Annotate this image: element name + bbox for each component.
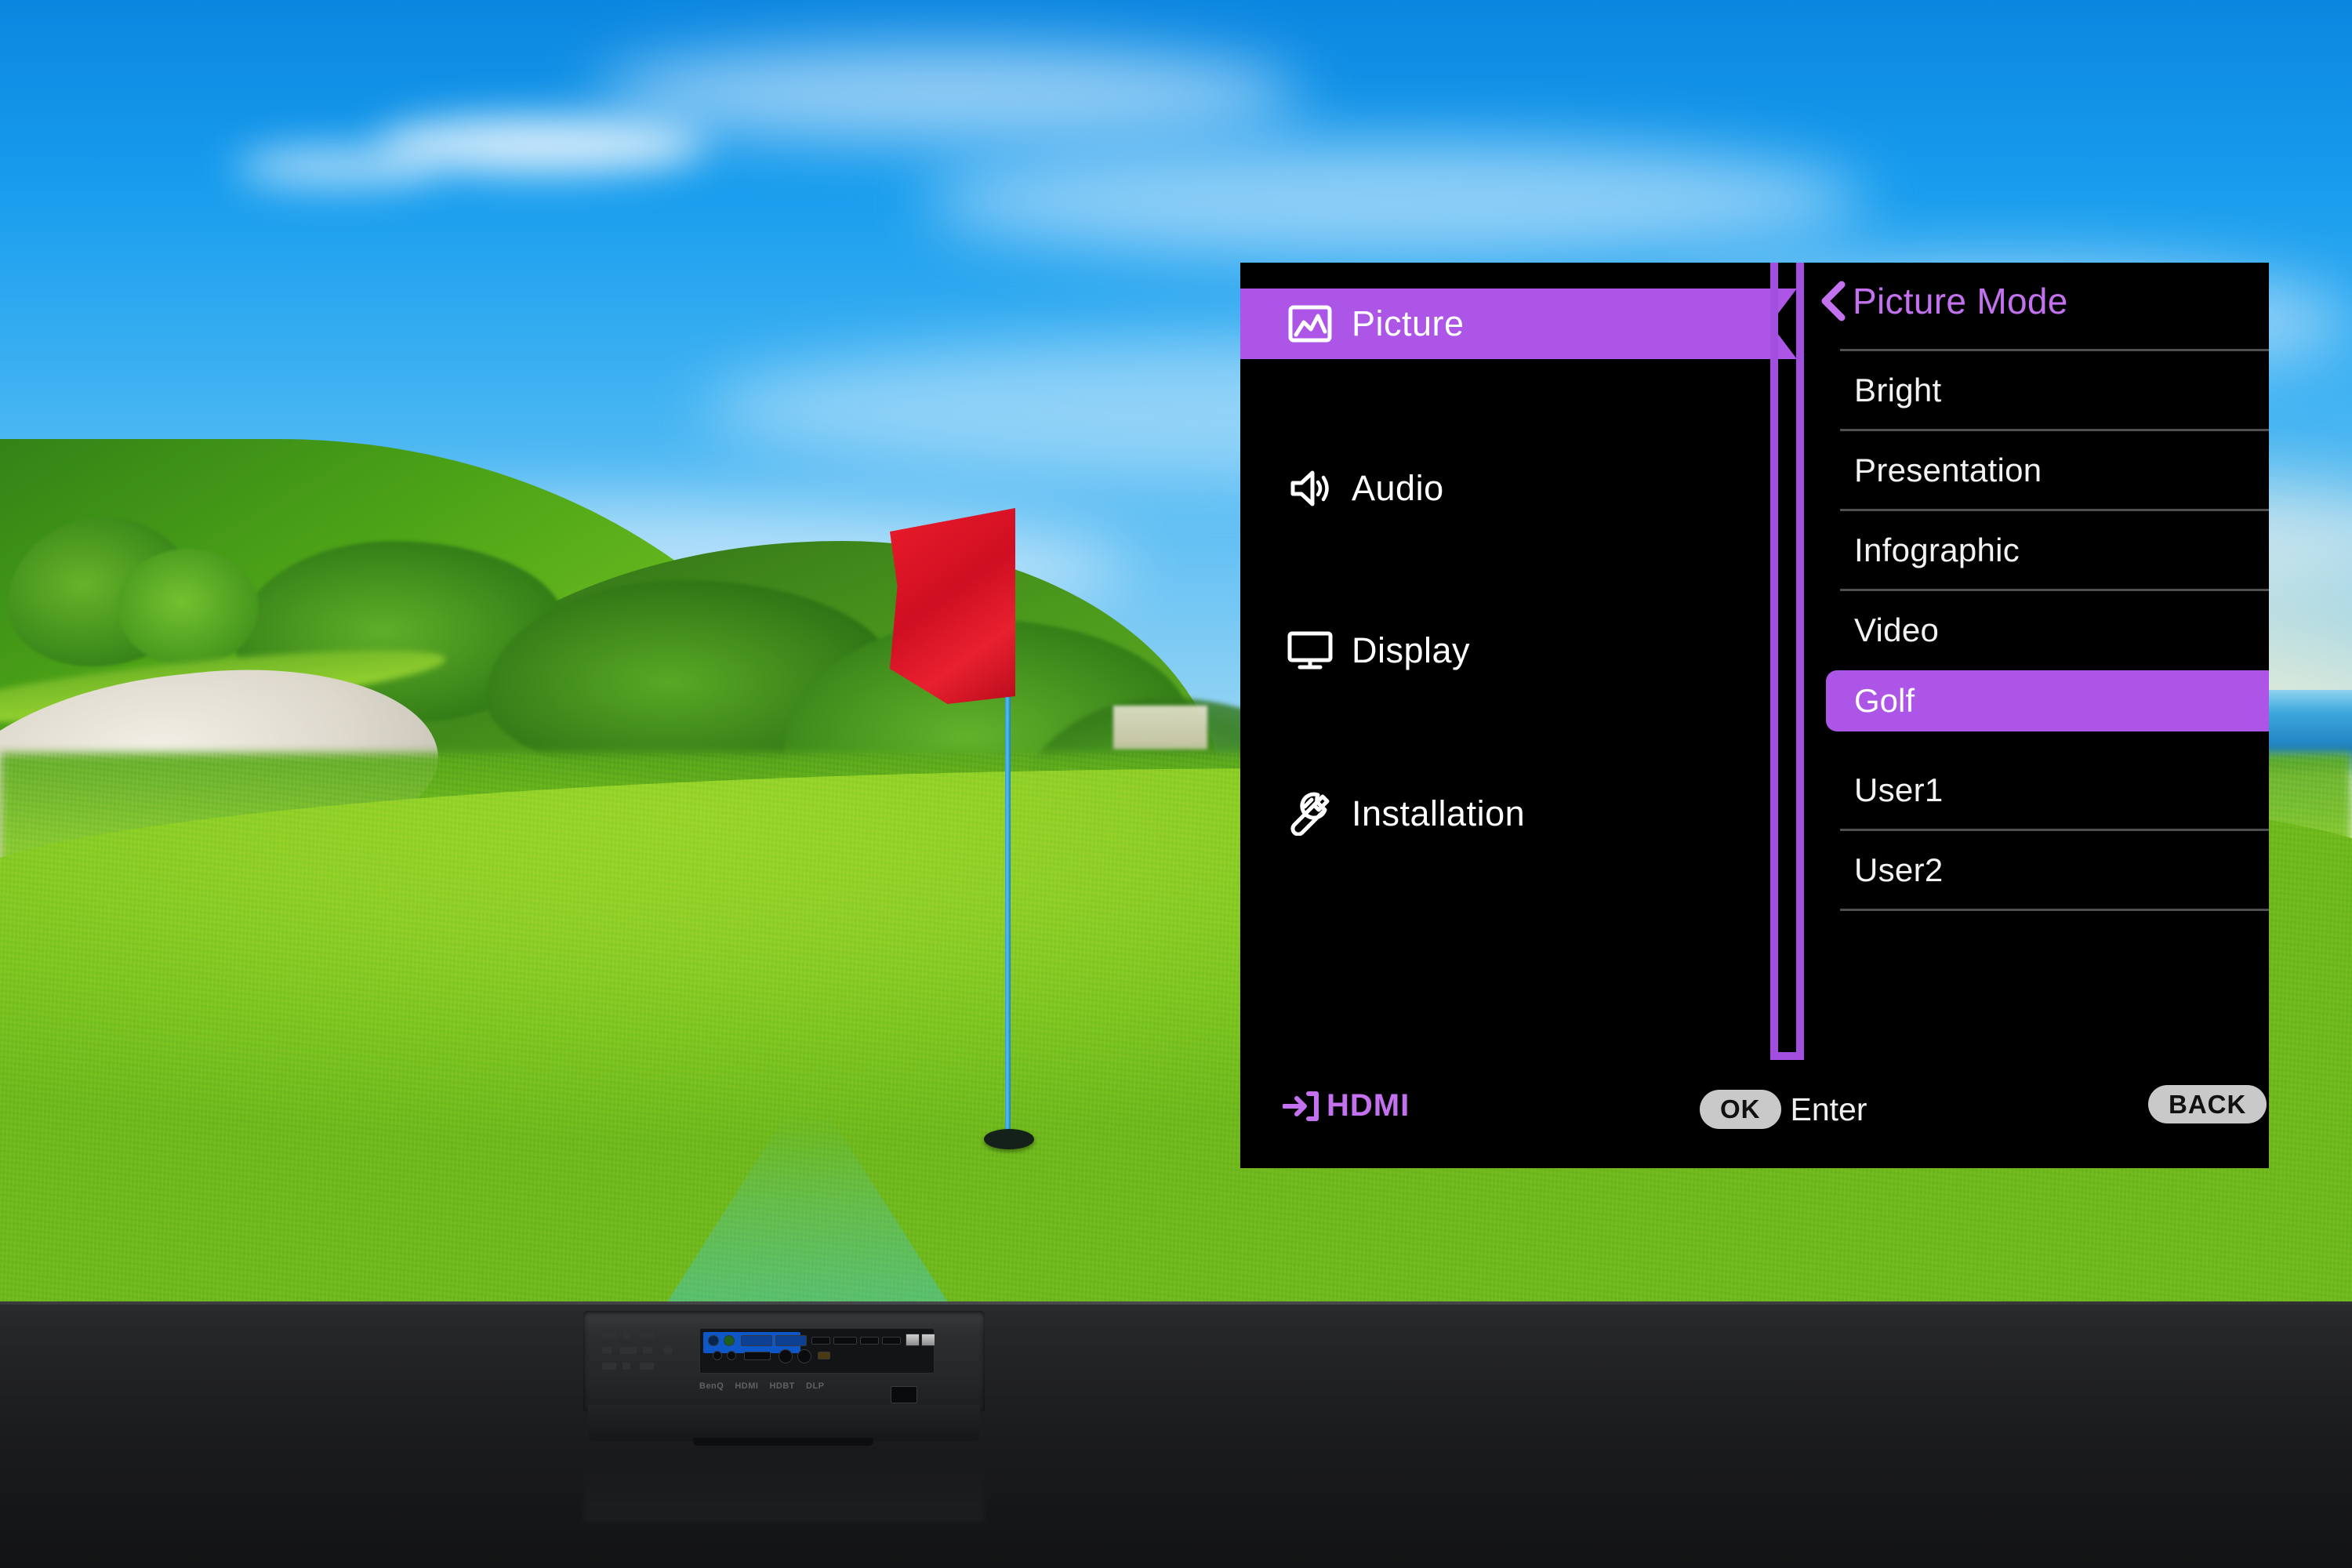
sidebar-item-installation[interactable]: Installation [1240,779,1770,849]
option-label: Presentation [1854,452,2042,488]
option-label: User1 [1854,771,1944,808]
dlp-logo: DLP [806,1381,825,1391]
submenu-option-user1[interactable]: User1 [1840,750,2269,830]
wrench-icon [1286,789,1334,838]
ok-enter-hint[interactable]: OK Enter [1700,1090,1867,1129]
table-surface [0,1301,2352,1568]
input-source-label: HDMI [1327,1088,1410,1123]
ok-button[interactable]: OK [1700,1090,1781,1129]
sidebar-item-label: Display [1352,630,1471,670]
back-button[interactable]: BACK [2148,1085,2267,1123]
hdmi-logo: HDMI [735,1381,759,1391]
panel-divider-left [1770,263,1778,1060]
option-label: Video [1854,612,1940,648]
panel-divider-right [1796,263,1804,1060]
option-label: Golf [1854,682,1915,719]
cloud [235,149,439,185]
sidebar-item-audio[interactable]: Audio [1240,453,1770,524]
submenu-option-golf[interactable]: Golf [1826,670,2269,731]
enter-label: Enter [1790,1091,1867,1127]
table-edge [0,1301,2352,1305]
sidebar-item-label: Audio [1352,468,1444,508]
back-hint[interactable]: BACK [2148,1085,2267,1123]
projector-reflection [583,1452,985,1523]
golf-hole [984,1129,1034,1149]
submenu-option-bright[interactable]: Bright [1840,350,2269,430]
chevron-left-icon[interactable] [1820,281,1846,321]
screenshot-root: BenQ HDMI HDBT DLP Picture Audio Display… [0,0,2352,1568]
osd-sidebar: Picture Audio Display Installation [1240,263,1797,1060]
picture-icon [1286,299,1334,348]
sidebar-item-picture[interactable]: Picture [1240,289,1770,359]
monitor-icon [1286,626,1334,675]
submenu-option-infographic[interactable]: Infographic [1840,510,2269,590]
golf-flag [890,508,1015,704]
speaker-icon [1286,464,1334,513]
submenu-option-presentation[interactable]: Presentation [1840,430,2269,510]
option-label: User2 [1854,851,1944,888]
osd-status-bar: HDMI OK Enter BACK [1240,1060,2269,1168]
sidebar-item-label: Installation [1352,793,1526,833]
control-keypad [602,1331,684,1375]
submenu-header[interactable]: Picture Mode [1820,280,2068,322]
projector-device: BenQ HDMI HDBT DLP [583,1303,985,1452]
submenu-option-video[interactable]: Video [1840,590,2269,670]
projector-foot [693,1438,873,1446]
input-source-icon [1283,1091,1319,1122]
submenu-option-user2[interactable]: User2 [1840,830,2269,910]
benq-logo: BenQ [699,1381,724,1391]
distant-building [1113,706,1207,750]
hdbt-logo: HDBT [769,1381,796,1391]
power-inlet [891,1386,917,1403]
row-divider [1840,909,2269,911]
submenu-title: Picture Mode [1853,281,2068,321]
option-label: Infographic [1854,532,2020,568]
sidebar-item-display[interactable]: Display [1240,615,1770,686]
cloud [596,47,1301,141]
projector-base [588,1405,980,1441]
projector-body: BenQ HDMI HDBT DLP [583,1311,985,1411]
tree [118,549,259,666]
osd-submenu: Picture Mode Bright Presentation Infogra… [1804,263,2269,1060]
io-port-panel [699,1328,935,1374]
cloud [925,141,1866,259]
option-label: Bright [1854,372,1942,408]
osd-menu: Picture Audio Display Installation Pictu… [1240,263,2269,1168]
input-source-indicator: HDMI [1283,1088,1410,1123]
sidebar-item-label: Picture [1352,303,1465,343]
